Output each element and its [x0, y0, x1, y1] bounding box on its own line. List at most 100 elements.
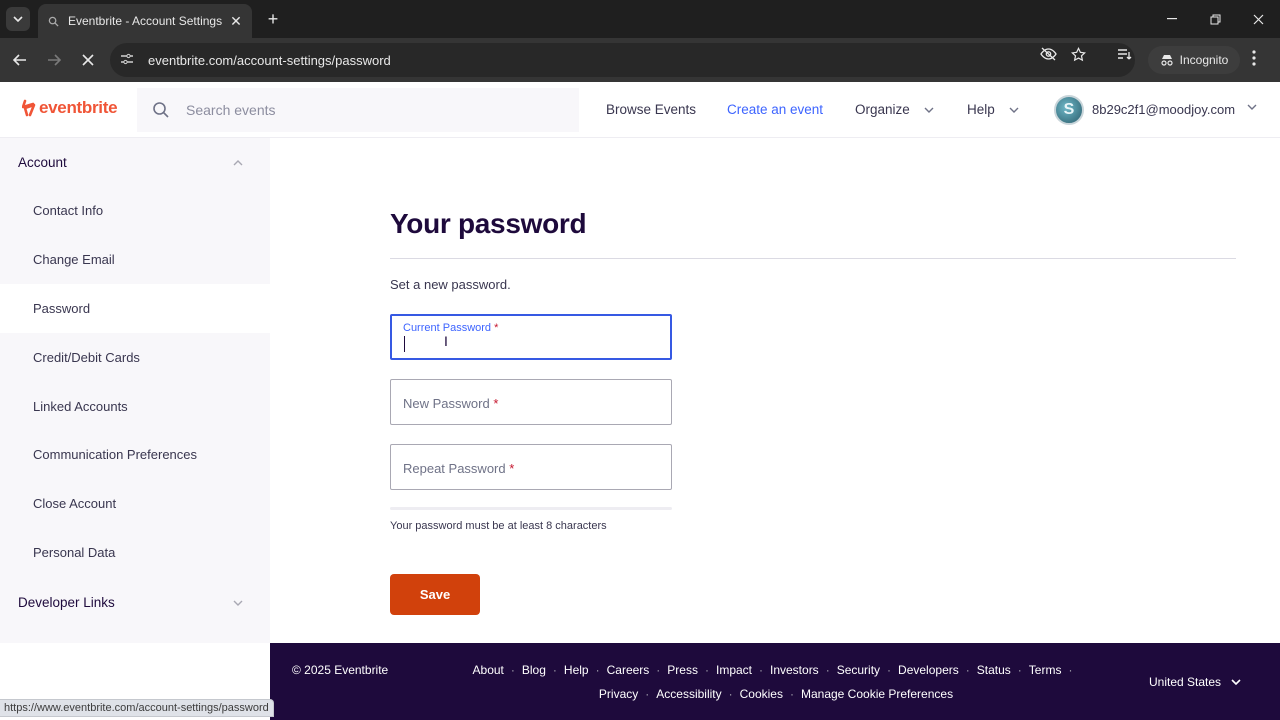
footer-link-blog[interactable]: Blog [522, 663, 546, 677]
footer-link-help[interactable]: Help [564, 663, 589, 677]
eventbrite-logo[interactable]: eventbrite [22, 98, 118, 118]
reading-list-icon[interactable] [1116, 47, 1134, 63]
incognito-icon [1161, 55, 1173, 66]
stop-loading-icon[interactable] [77, 49, 99, 71]
chevron-down-icon[interactable] [233, 600, 243, 606]
eye-off-icon[interactable] [1039, 47, 1057, 64]
footer-separator: · [728, 687, 733, 701]
footer-link-terms[interactable]: Terms [1029, 663, 1062, 677]
footer-link-impact[interactable]: Impact [716, 663, 752, 677]
repeat-password-label-text: Repeat Password [403, 461, 506, 476]
repeat-password-label: Repeat Password * [403, 461, 514, 476]
chevron-down-icon [1231, 679, 1241, 685]
new-tab-button[interactable]: + [262, 8, 284, 30]
sidebar-item-personal-data[interactable]: Personal Data [0, 528, 270, 577]
password-strength-bar [390, 507, 672, 510]
star-icon[interactable] [1069, 46, 1087, 65]
country-selector[interactable]: United States [1149, 675, 1241, 689]
sidebar-item-close-account[interactable]: Close Account [0, 479, 270, 528]
current-password-field[interactable]: Current Password * I [390, 314, 672, 360]
sidebar-item-credit-debit-cards[interactable]: Credit/Debit Cards [0, 333, 270, 382]
back-icon[interactable] [9, 49, 31, 71]
chevron-down-icon[interactable] [1247, 104, 1257, 110]
nav-browse-events[interactable]: Browse Events [606, 102, 696, 117]
required-mark: * [509, 461, 515, 476]
sidebar-item-contact-info[interactable]: Contact Info [0, 186, 270, 235]
footer-link-manage-cookie-preferences[interactable]: Manage Cookie Preferences [801, 687, 953, 701]
text-caret [404, 336, 405, 352]
footer-separator: · [759, 663, 763, 677]
footer-link-cookies[interactable]: Cookies [740, 687, 783, 701]
sidebar-item-change-email[interactable]: Change Email [0, 235, 270, 284]
nav-help-label: Help [967, 102, 995, 117]
url-path: /account-settings/password [233, 52, 391, 68]
footer-link-press[interactable]: Press [667, 663, 698, 677]
footer-separator: · [825, 663, 830, 677]
footer-link-privacy[interactable]: Privacy [599, 687, 638, 701]
repeat-password-field[interactable]: Repeat Password * [390, 444, 672, 490]
chevron-up-icon[interactable] [233, 160, 243, 166]
required-mark: * [493, 396, 499, 411]
nav-organize[interactable]: Organize [855, 102, 934, 117]
footer-copyright: © 2025 Eventbrite [292, 663, 389, 677]
more-menu-icon[interactable] [1252, 50, 1256, 71]
search-bar[interactable] [137, 88, 579, 132]
footer-link-careers[interactable]: Careers [607, 663, 650, 677]
text-cursor-icon: I [444, 333, 448, 349]
sidebar-section-account[interactable]: Account [18, 155, 67, 170]
tab-list-button[interactable] [6, 7, 30, 31]
site-footer: © 2025 Eventbrite About · Blog · Help · Car… [270, 643, 1280, 720]
nav-create-event[interactable]: Create an event [727, 102, 823, 117]
minimize-icon[interactable] [1160, 8, 1184, 30]
footer-link-investors[interactable]: Investors [770, 663, 819, 677]
chevron-down-icon [13, 16, 23, 22]
sidebar-item-linked-accounts[interactable]: Linked Accounts [0, 382, 270, 431]
footer-separator: · [1068, 663, 1073, 677]
browser-tab[interactable]: Eventbrite - Account Settings ✕ [38, 4, 252, 38]
footer-separator: · [510, 663, 515, 677]
avatar[interactable]: S [1054, 95, 1084, 125]
sidebar-item-communication-preferences[interactable]: Communication Preferences [0, 430, 270, 479]
page-subtitle: Set a new password. [390, 277, 511, 292]
close-tab-icon[interactable]: ✕ [228, 13, 244, 30]
footer-link-developers[interactable]: Developers [898, 663, 959, 677]
footer-separator: · [1017, 663, 1022, 677]
footer-separator: · [965, 663, 970, 677]
url-host: eventbrite.com [148, 52, 234, 68]
user-email[interactable]: 8b29c2f1@moodjoy.com [1092, 102, 1235, 117]
site-info-icon[interactable] [120, 53, 140, 68]
required-mark: * [494, 322, 499, 334]
save-button[interactable]: Save [390, 574, 480, 615]
browser-tab-bar: Eventbrite - Account Settings ✕ + [0, 0, 1280, 38]
incognito-label: Incognito [1179, 53, 1229, 67]
site-header: eventbrite Browse Events Create an event… [0, 82, 1280, 138]
country-label: United States [1149, 675, 1222, 689]
new-password-field[interactable]: New Password * [390, 379, 672, 425]
password-hint: Your password must be at least 8 charact… [390, 520, 607, 532]
footer-separator: · [887, 663, 892, 677]
footer-separator: · [656, 663, 661, 677]
search-input[interactable] [186, 102, 546, 118]
sidebar-section-developer-links[interactable]: Developer Links [18, 595, 115, 610]
logo-text: eventbrite [39, 98, 118, 117]
search-icon [46, 14, 60, 28]
footer-separator: · [552, 663, 557, 677]
nav-help[interactable]: Help [967, 102, 1019, 117]
password-settings-panel: Your password Set a new password. Curren… [270, 138, 1280, 643]
current-password-input[interactable] [403, 337, 653, 355]
footer-link-security[interactable]: Security [837, 663, 880, 677]
forward-icon[interactable] [43, 49, 65, 71]
footer-link-about[interactable]: About [473, 663, 504, 677]
incognito-indicator[interactable]: Incognito [1148, 46, 1240, 74]
tab-title: Eventbrite - Account Settings [68, 14, 223, 28]
new-password-label: New Password * [403, 396, 498, 411]
footer-separator: · [595, 663, 600, 677]
sidebar-item-password[interactable]: Password [0, 284, 270, 333]
eventbrite-logo-icon [22, 99, 36, 117]
restore-icon[interactable] [1203, 8, 1227, 30]
footer-link-status[interactable]: Status [977, 663, 1011, 677]
close-window-icon[interactable] [1246, 8, 1270, 30]
footer-link-accessibility[interactable]: Accessibility [656, 687, 721, 701]
address-bar[interactable]: eventbrite.com/account-settings/password [110, 43, 1135, 77]
nav-organize-label: Organize [855, 102, 910, 117]
